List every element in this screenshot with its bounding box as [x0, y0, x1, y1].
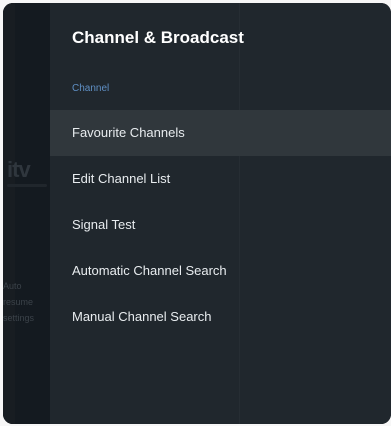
menu-item-label: Automatic Channel Search	[72, 263, 227, 278]
background-logo-underline	[7, 184, 47, 187]
background-edge	[3, 3, 15, 424]
menu-item-label: Signal Test	[72, 217, 136, 232]
menu-item-label: Edit Channel List	[72, 171, 171, 186]
settings-panel: Channel & Broadcast Channel Favourite Ch…	[50, 3, 391, 424]
menu-item-favourite-channels[interactable]: Favourite Channels	[50, 110, 391, 156]
background-text-line: Auto	[3, 281, 22, 291]
panel-header: Channel & Broadcast	[50, 3, 391, 71]
background-text-line: resume	[3, 297, 34, 307]
menu-item-automatic-channel-search[interactable]: Automatic Channel Search	[50, 248, 391, 294]
background-text-line: settings	[3, 313, 35, 323]
background-text: Auto resume settings	[3, 278, 34, 326]
channel-menu: Favourite Channels Edit Channel List Sig…	[50, 110, 391, 340]
menu-item-edit-channel-list[interactable]: Edit Channel List	[50, 156, 391, 202]
menu-item-label: Manual Channel Search	[72, 309, 212, 324]
panel-title: Channel & Broadcast	[72, 28, 244, 47]
section-label-channel: Channel	[72, 83, 110, 94]
tv-screen: itv Auto resume settings Channel & Broad…	[3, 3, 391, 424]
menu-item-signal-test[interactable]: Signal Test	[50, 202, 391, 248]
menu-item-manual-channel-search[interactable]: Manual Channel Search	[50, 294, 391, 340]
background-logo: itv	[7, 157, 31, 182]
menu-item-label: Favourite Channels	[72, 125, 185, 140]
